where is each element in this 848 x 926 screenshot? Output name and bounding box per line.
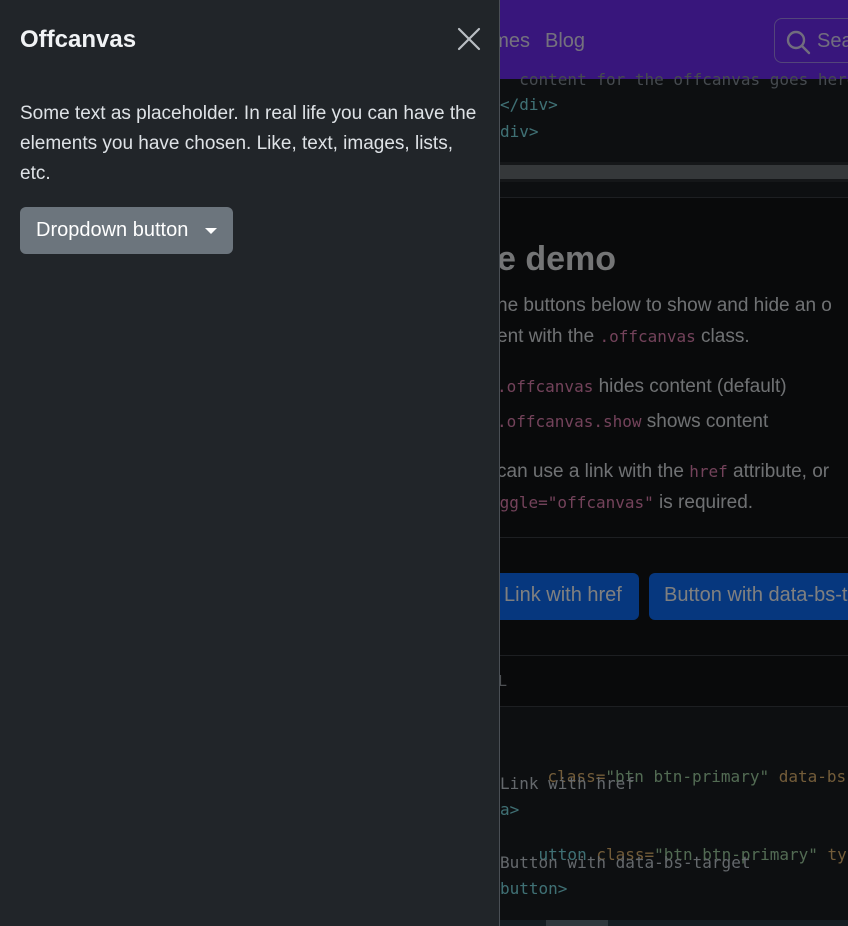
dropdown-button-label: Dropdown button bbox=[36, 219, 189, 241]
offcanvas-body-text: Some text as placeholder. In real life y… bbox=[20, 103, 477, 184]
close-icon bbox=[457, 27, 481, 51]
dropdown-button[interactable]: Dropdown button bbox=[20, 207, 233, 254]
offcanvas-panel: Offcanvas Some text as placeholder. In r… bbox=[0, 0, 500, 926]
offcanvas-title: Offcanvas bbox=[20, 26, 137, 53]
close-button[interactable] bbox=[452, 22, 486, 56]
caret-down-icon bbox=[205, 228, 217, 234]
